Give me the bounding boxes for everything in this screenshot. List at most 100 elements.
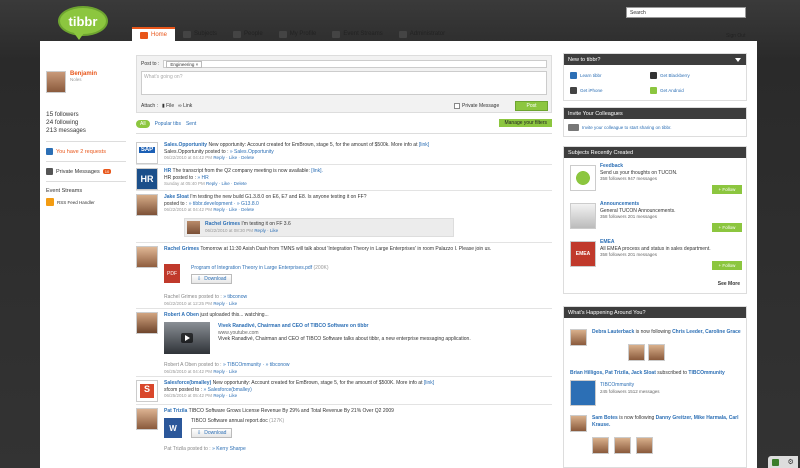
post-author[interactable]: Robert A Oben <box>164 312 199 318</box>
learn-tibbr-link[interactable]: Learn tibbr <box>570 72 602 79</box>
following-stat[interactable]: 24 following <box>46 119 126 127</box>
avatar[interactable] <box>187 221 200 234</box>
posted-to-subject[interactable]: » tibconow <box>223 294 247 300</box>
followers-stat[interactable]: 15 followers <box>46 111 126 119</box>
salesforce-logo[interactable]: S <box>136 380 158 402</box>
avatar[interactable] <box>636 437 653 454</box>
activity-target[interactable]: Chris Leeder, Caroline Grace <box>672 329 741 335</box>
video-thumbnail[interactable] <box>164 322 210 354</box>
tab-my-profile[interactable]: My Profile <box>271 27 325 41</box>
posted-to-subject[interactable]: » HR <box>197 175 208 181</box>
post-link[interactable]: [link] <box>424 380 434 386</box>
messages-stat[interactable]: 213 messages <box>46 127 126 135</box>
attachment-name[interactable]: TIBCO Software annual report.doc <box>191 418 268 424</box>
download-button[interactable]: ⇩ Download <box>191 428 233 438</box>
post-actions[interactable]: Reply · Like <box>213 369 237 374</box>
attach-link-button[interactable]: ∞ Link <box>178 103 192 109</box>
filter-sent[interactable]: Sent <box>186 121 196 127</box>
invite-panel: Invite Your Colleagues Invite your colle… <box>563 107 747 137</box>
reply-actions[interactable]: Reply · Like <box>254 228 278 233</box>
post-actions[interactable]: Reply · Like · Delete <box>213 155 254 160</box>
subject-chip[interactable]: Engineering × <box>166 60 203 68</box>
avatar[interactable] <box>592 437 609 454</box>
hr-logo[interactable]: HR <box>136 168 158 190</box>
activity-target[interactable]: TIBCOmmunity <box>688 370 724 376</box>
activity-actor[interactable]: Sam Botes <box>592 415 618 421</box>
panel-header[interactable]: New to tibbr? <box>564 54 746 65</box>
download-button[interactable]: ⇩ Download <box>191 274 233 284</box>
settings-gear-icon[interactable]: ⚙ <box>788 458 794 466</box>
tab-home[interactable]: Home <box>132 27 176 41</box>
collapse-icon[interactable] <box>735 58 741 62</box>
follow-button[interactable]: + Follow <box>712 185 742 194</box>
announcements-subject-icon[interactable] <box>570 203 596 229</box>
get-iphone-link[interactable]: Get iPhone <box>570 87 603 94</box>
chip-remove-icon[interactable]: × <box>196 62 199 67</box>
post-actions[interactable]: Reply · Like <box>213 393 237 398</box>
avatar[interactable] <box>136 408 158 430</box>
post-author[interactable]: Rachel Grimes <box>164 246 199 252</box>
emea-subject-icon[interactable]: EMEA <box>570 241 596 267</box>
get-android-link[interactable]: Get Android <box>650 87 684 94</box>
private-checkbox[interactable] <box>454 103 460 109</box>
avatar[interactable] <box>136 312 158 334</box>
message-input[interactable]: What's going on? <box>141 71 547 95</box>
post-actions[interactable]: Reply · Like · Delete <box>213 207 254 212</box>
invite-link[interactable]: Invite your colleague to start sharing o… <box>568 124 672 131</box>
tab-event-streams[interactable]: Event Streams <box>324 27 390 41</box>
filter-all[interactable]: All <box>136 120 150 128</box>
activity-actor[interactable]: Brian Hilligos, Pat Trizila, Jack Sloat <box>570 370 656 376</box>
post-link[interactable]: [link] <box>419 142 429 148</box>
get-blackberry-link[interactable]: Get Blackberry <box>650 72 690 79</box>
avatar[interactable] <box>648 344 665 361</box>
attachment-name[interactable]: Program of Integration Theory in Large E… <box>191 265 312 271</box>
sap-logo[interactable]: SAP <box>136 142 158 164</box>
tibcommunity-subject-icon[interactable] <box>570 380 596 406</box>
reply-author[interactable]: Rachel Grimes <box>205 221 240 227</box>
private-messages-link[interactable]: Private Messages 10 <box>46 168 126 175</box>
post-actions[interactable]: Reply · Like · Delete <box>206 181 247 186</box>
feedback-subject-icon[interactable] <box>570 165 596 191</box>
attach-file-button[interactable]: ▮ File <box>162 103 174 109</box>
private-message-toggle[interactable]: Private Message <box>454 103 499 109</box>
avatar[interactable] <box>614 437 631 454</box>
main-column: Post to : Engineering × What's going on?… <box>136 55 552 452</box>
avatar[interactable] <box>628 344 645 361</box>
see-more-link[interactable]: See More <box>718 281 740 287</box>
learn-icon <box>570 72 577 79</box>
chat-icon[interactable] <box>772 458 780 466</box>
posted-to-subject[interactable]: » tibbr.development · » G13.8.0 <box>189 201 259 207</box>
post-author[interactable]: Salesforce(bmalley) <box>164 380 211 386</box>
avatar[interactable] <box>136 246 158 268</box>
post-actions[interactable]: Reply · Like <box>213 301 237 306</box>
tibbr-logo[interactable]: tibbr <box>58 6 108 40</box>
requests-link[interactable]: You have 2 requests <box>46 148 126 155</box>
avatar[interactable] <box>570 329 587 346</box>
search-input[interactable]: Search <box>626 7 746 18</box>
post-to-field[interactable]: Engineering × <box>163 60 547 68</box>
post-link[interactable]: [link]. <box>311 168 323 174</box>
avatar[interactable] <box>46 71 66 93</box>
follow-button[interactable]: + Follow <box>712 223 742 232</box>
posted-to-subject[interactable]: » Sales.Opportunity <box>230 149 274 155</box>
post-author[interactable]: Pat Trizila <box>164 408 187 414</box>
post-author[interactable]: Sales.Opportunity <box>164 142 207 148</box>
follow-button[interactable]: + Follow <box>712 261 742 270</box>
post-button[interactable]: Post <box>515 101 548 111</box>
rss-feed-handler-link[interactable]: RSS Feed Handler <box>46 198 126 206</box>
post-author[interactable]: Jake Sloat <box>164 194 189 200</box>
play-icon[interactable] <box>181 333 193 343</box>
tab-administrator[interactable]: Administrator <box>391 27 453 41</box>
tab-people[interactable]: People <box>225 27 271 41</box>
posted-to-subject[interactable]: » Salesforce(bmalley) <box>203 387 251 393</box>
activity-actor[interactable]: Debra Lauterback <box>592 329 634 335</box>
filter-popular[interactable]: Popular tibs <box>155 121 181 127</box>
manage-filters-button[interactable]: Manage your filters <box>499 119 552 127</box>
sign-out-link[interactable]: Sign Out <box>726 33 745 39</box>
avatar[interactable] <box>136 194 158 216</box>
tab-subjects[interactable]: Subjects <box>175 27 225 41</box>
avatar[interactable] <box>570 415 587 432</box>
post-author[interactable]: HR <box>164 168 171 174</box>
posted-to-subject[interactable]: » Kerry Sharpe <box>212 446 246 452</box>
posted-to-subject[interactable]: » TIBCOmmunity · » tibconow <box>223 362 290 368</box>
